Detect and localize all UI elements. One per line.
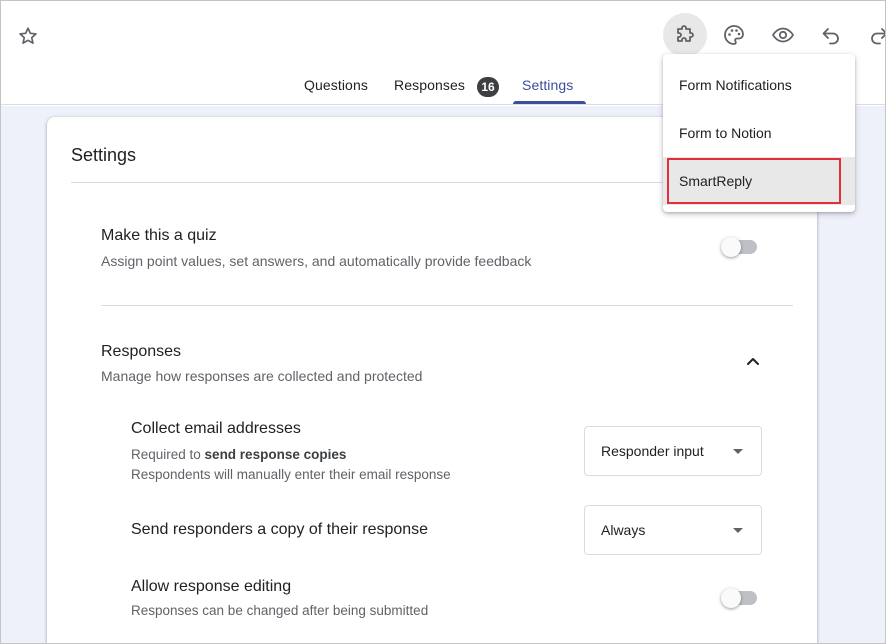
collect-email-description: Required to send response copies bbox=[131, 447, 346, 462]
add-ons-puzzle-icon[interactable] bbox=[663, 13, 707, 57]
tab-questions[interactable]: Questions bbox=[304, 77, 368, 93]
palette-icon[interactable] bbox=[712, 13, 756, 57]
send-copy-select[interactable]: Always bbox=[584, 505, 762, 555]
send-copy-value: Always bbox=[601, 522, 646, 538]
chevron-up-icon[interactable] bbox=[745, 353, 761, 369]
dropdown-caret-icon bbox=[733, 449, 743, 454]
allow-editing-description: Responses can be changed after being sub… bbox=[131, 603, 429, 618]
responses-count-badge: 16 bbox=[477, 77, 499, 97]
dropdown-caret-icon bbox=[733, 528, 743, 533]
quiz-title: Make this a quiz bbox=[101, 227, 217, 244]
smartreply-highlight-box bbox=[667, 158, 841, 204]
collect-email-desc-prefix: Required to bbox=[131, 447, 205, 462]
menu-item-form-to-notion[interactable]: Form to Notion bbox=[663, 109, 855, 157]
allow-editing-title: Allow response editing bbox=[131, 578, 292, 595]
send-response-copies-link: send response copies bbox=[204, 447, 347, 462]
redo-icon[interactable] bbox=[857, 13, 885, 57]
settings-title: Settings bbox=[71, 145, 137, 165]
send-copy-title: Send responders a copy of their response bbox=[131, 521, 429, 538]
responses-section-description: Manage how responses are collected and p… bbox=[101, 368, 423, 384]
section-divider bbox=[101, 305, 793, 306]
active-tab-indicator bbox=[513, 101, 586, 104]
google-forms-window: Questions Responses Settings 16 Settings… bbox=[0, 0, 886, 644]
collect-email-select[interactable]: Responder input bbox=[584, 426, 762, 476]
menu-item-form-notifications[interactable]: Form Notifications bbox=[663, 61, 855, 109]
responses-section-title: Responses bbox=[101, 343, 182, 360]
quiz-toggle[interactable] bbox=[721, 237, 757, 257]
undo-icon[interactable] bbox=[809, 13, 853, 57]
preview-eye-icon[interactable] bbox=[761, 13, 805, 57]
allow-editing-toggle[interactable] bbox=[721, 588, 757, 608]
collect-email-value: Responder input bbox=[601, 443, 704, 459]
star-icon[interactable] bbox=[17, 25, 39, 47]
collect-email-title: Collect email addresses bbox=[131, 420, 301, 437]
quiz-description: Assign point values, set answers, and au… bbox=[101, 253, 532, 269]
tab-responses[interactable]: Responses bbox=[394, 77, 465, 93]
toggle-thumb bbox=[721, 237, 741, 257]
tab-settings[interactable]: Settings bbox=[522, 77, 573, 93]
toggle-thumb bbox=[721, 588, 741, 608]
collect-email-description-line2: Respondents will manually enter their em… bbox=[131, 467, 451, 482]
